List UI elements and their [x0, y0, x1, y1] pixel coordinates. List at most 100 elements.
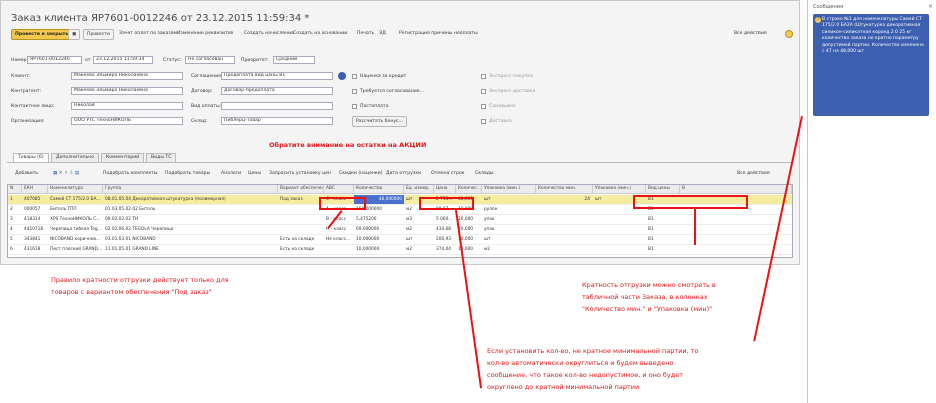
column-header[interactable]: В	[680, 185, 792, 194]
table-cell[interactable]: 418314	[22, 215, 48, 224]
column-header[interactable]: Упаковка (мин.)	[482, 185, 536, 194]
status-field[interactable]: Не согласован	[185, 56, 235, 64]
request-price-button[interactable]: Запросить установку цен	[269, 171, 331, 176]
print-button[interactable]: Печать	[357, 31, 374, 36]
table-cell[interactable]: Самей СТ 175/2.0 БА...	[48, 195, 103, 204]
agreement-info-icon[interactable]	[338, 72, 346, 80]
approval-checkbox[interactable]	[352, 89, 357, 94]
table-cell[interactable]: 10,000000	[354, 235, 404, 244]
table-cell[interactable]: NICOBAND коричнев...	[48, 235, 103, 244]
table-cell[interactable]: 407085	[22, 195, 48, 204]
select-goods-button[interactable]: Подобрать товары	[165, 171, 210, 176]
calc-bonus-button[interactable]: Рассчитать бонус...	[352, 116, 407, 127]
row-actions-icons[interactable]: ▦ ✕ ⇧ ⇩ ▤	[53, 171, 79, 176]
express-checkbox[interactable]	[481, 74, 486, 79]
table-cell[interactable]: м2	[404, 245, 434, 254]
date-field[interactable]: 23.12.2015 11:59:34	[93, 56, 153, 64]
express-delivery-checkbox[interactable]	[481, 89, 486, 94]
table-cell[interactable]: 000057	[22, 205, 48, 214]
close-icon[interactable]: ×	[928, 3, 933, 10]
table-cell[interactable]: 434,68	[434, 225, 456, 234]
table-cell[interactable]: В1	[646, 225, 680, 234]
table-cell[interactable]: 200,93	[434, 235, 456, 244]
table-cell[interactable]: В - класс	[324, 215, 354, 224]
post-button[interactable]: Провести	[83, 29, 114, 40]
table-cell[interactable]: 6	[8, 245, 22, 254]
warehouse-field[interactable]: Пиблерц-Товар	[221, 117, 333, 125]
payment-offset-button[interactable]: Зачет оплат по заказам	[119, 31, 177, 36]
register-reasons-button[interactable]: Регистрация причины неоплаты	[399, 31, 478, 36]
table-cell[interactable]: 374,04	[434, 245, 456, 254]
add-row-button[interactable]: Добавить	[15, 171, 38, 176]
table-cell[interactable]	[278, 205, 324, 214]
table-cell[interactable]: упак	[482, 215, 536, 224]
counterparty-field[interactable]: Макеева Эльмира Николаевна	[71, 87, 183, 95]
table-cell[interactable]: Битоль ТПП	[48, 205, 103, 214]
table-cell[interactable]: м3	[404, 215, 434, 224]
column-header[interactable]: Количес...	[456, 185, 482, 194]
prices-button[interactable]: Цены	[248, 171, 261, 176]
table-cell[interactable]: 2	[8, 205, 22, 214]
table-cell[interactable]: 5	[8, 235, 22, 244]
help-icon[interactable]	[785, 30, 793, 38]
table-cell[interactable]: Не класс...	[324, 235, 354, 244]
column-header[interactable]: ЕКН	[22, 185, 48, 194]
payment-type-field[interactable]	[221, 102, 333, 110]
table-cell[interactable]: 5 060...	[434, 215, 456, 224]
table-cell[interactable]: В1	[646, 235, 680, 244]
priority-field[interactable]: Средний	[273, 56, 315, 64]
table-cell[interactable]: 69,000000	[354, 225, 404, 234]
column-header[interactable]: Группа	[103, 185, 278, 194]
post-and-close-button[interactable]: Провести и закрыть	[11, 29, 73, 40]
table-cell[interactable]: 343841	[22, 235, 48, 244]
table-cell[interactable]: 431618	[22, 245, 48, 254]
create-accrual-button[interactable]: Создать начисление	[244, 31, 294, 36]
table-cell[interactable]: 02.02.06.02 TEGOLA Черепица	[103, 225, 278, 234]
shipment-date-button[interactable]: Дата отгрузки	[386, 171, 421, 176]
column-header[interactable]: Вариант обеспечен...	[278, 185, 324, 194]
discounts-button[interactable]: Скидки (наценки)	[339, 171, 382, 176]
table-cell[interactable]: 20,000	[456, 215, 482, 224]
save-icon[interactable]: ▣	[68, 29, 80, 40]
table-cell[interactable]: 09.02.02.02 ТН	[103, 215, 278, 224]
table-cell[interactable]	[593, 225, 646, 234]
table-cell[interactable]: м2	[482, 245, 536, 254]
table-cell[interactable]: В1	[646, 245, 680, 254]
table-cell[interactable]: Есть на складе	[278, 245, 324, 254]
table-cell[interactable]	[536, 215, 593, 224]
column-header[interactable]: АВС	[324, 185, 354, 194]
table-cell[interactable]	[536, 235, 593, 244]
change-props-button[interactable]: Изменение реквизитов	[177, 31, 233, 36]
create-based-on-button[interactable]: Создать на основании	[293, 31, 347, 36]
select-components-button[interactable]: Подобрать комплекты	[103, 171, 158, 176]
column-header[interactable]: Количество мин.	[536, 185, 593, 194]
credit-checkbox[interactable]	[352, 74, 357, 79]
table-cell[interactable]: XPS ТехноНИКОЛЬ С...	[48, 215, 103, 224]
column-header[interactable]: Упаковка (мин.)	[593, 185, 646, 194]
delivery-checkbox[interactable]	[481, 119, 486, 124]
table-cell[interactable]	[536, 205, 593, 214]
table-cell[interactable]: упак	[482, 225, 536, 234]
table-cell[interactable]: шт	[482, 235, 536, 244]
table-cell[interactable]: шт	[482, 195, 536, 204]
table-cell[interactable]	[536, 225, 593, 234]
table-cell[interactable]	[278, 215, 324, 224]
column-header[interactable]: Количество	[354, 185, 404, 194]
table-cell[interactable]	[593, 235, 646, 244]
column-header[interactable]: Цена	[434, 185, 456, 194]
table-cell[interactable]: рулон	[482, 205, 536, 214]
agreement-field[interactable]: Предоплата вид цены В1	[221, 72, 333, 80]
table-cell[interactable]: 11.01.05.01 GRAND LINE	[103, 245, 278, 254]
column-header[interactable]: Номенклатура	[48, 185, 103, 194]
edi-button[interactable]: ЭД	[379, 31, 386, 36]
column-header[interactable]: N	[8, 185, 22, 194]
grid-all-actions-button[interactable]: Все действия	[737, 171, 770, 176]
table-cell[interactable]: шт	[404, 235, 434, 244]
table-cell[interactable]: 03.01.03.01 NICOBAND	[103, 235, 278, 244]
table-cell[interactable]: 24	[536, 195, 593, 204]
table-cell[interactable]	[278, 225, 324, 234]
contract-field[interactable]: Договор-предоплата	[221, 87, 333, 95]
table-cell[interactable]: 4	[8, 225, 22, 234]
table-cell[interactable]: 08.01.05.04 Декоративная штукатурка (пол…	[103, 195, 278, 204]
table-cell[interactable]	[324, 245, 354, 254]
